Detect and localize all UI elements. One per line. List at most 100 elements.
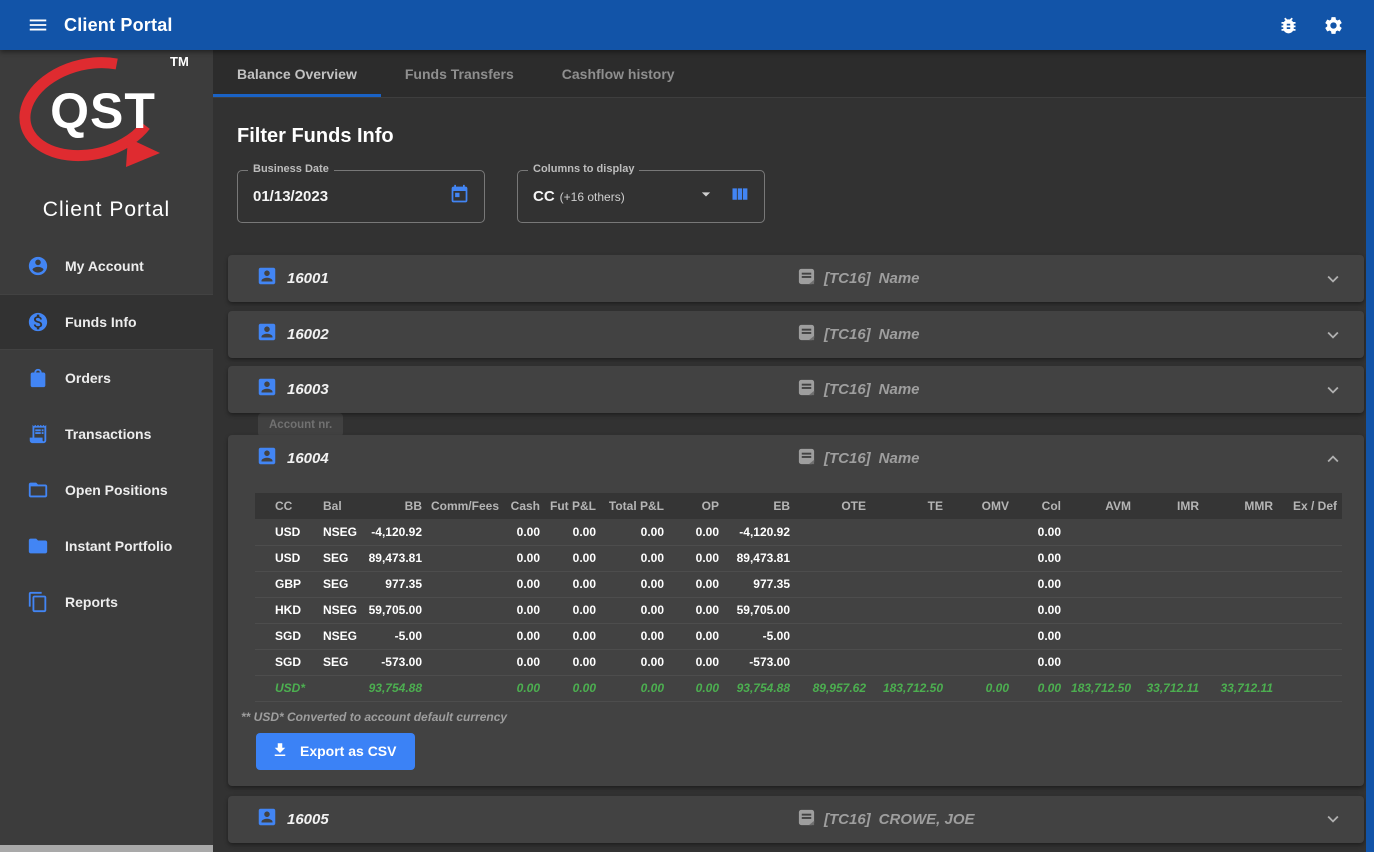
columns-selected-value: CC <box>533 188 555 205</box>
account-box-icon <box>256 445 278 472</box>
view-columns-icon[interactable] <box>729 184 750 210</box>
account-name-prefix: [TC16] <box>824 811 871 828</box>
export-csv-button[interactable]: Export as CSV <box>256 733 415 770</box>
table-cell <box>1066 545 1136 571</box>
table-total-row: USD*93,754.880.000.000.000.0093,754.8889… <box>255 675 1342 701</box>
tab-cashflow-history[interactable]: Cashflow history <box>538 50 699 97</box>
table-cell: 0.00 <box>545 623 601 649</box>
sidebar-item-funds-info[interactable]: Funds Info <box>0 294 213 350</box>
column-header: IMR <box>1136 493 1204 519</box>
sidebar-item-my-account[interactable]: My Account <box>0 238 213 294</box>
chevron-down-icon[interactable] <box>1322 324 1344 346</box>
tab-balance-overview[interactable]: Balance Overview <box>213 50 381 97</box>
table-cell: HKD <box>255 597 319 623</box>
table-cell <box>319 675 366 701</box>
sidebar-item-transactions[interactable]: Transactions <box>0 406 213 462</box>
table-cell: -4,120.92 <box>366 519 427 545</box>
sidebar-item-orders[interactable]: Orders <box>0 350 213 406</box>
table-cell <box>427 649 504 675</box>
account-circle-icon <box>27 255 49 277</box>
funds-table-body: USDNSEG-4,120.920.000.000.000.00-4,120.9… <box>255 519 1342 701</box>
table-cell: 0.00 <box>1014 519 1066 545</box>
qst-logo: QST TM <box>0 50 213 196</box>
account-name-group: [TC16] Name <box>797 267 920 290</box>
chevron-down-icon[interactable] <box>1322 268 1344 290</box>
column-header: Total P&L <box>601 493 669 519</box>
table-cell <box>1066 623 1136 649</box>
dropdown-caret-icon[interactable] <box>696 184 716 209</box>
columns-to-display-field[interactable]: Columns to display CC (+16 others) <box>517 170 765 223</box>
bug-report-icon[interactable] <box>1278 15 1299 36</box>
table-cell <box>1204 623 1278 649</box>
sidebar-nav: My Account Funds Info Orders Transaction… <box>0 238 213 630</box>
business-date-field[interactable]: Business Date <box>237 170 485 223</box>
table-cell <box>427 623 504 649</box>
table-cell <box>948 649 1014 675</box>
account-card-header[interactable]: 16001 [TC16] Name <box>228 255 1364 302</box>
sidebar-item-label: Reports <box>65 594 118 610</box>
sidebar-item-label: Open Positions <box>65 482 168 498</box>
table-cell: 59,705.00 <box>724 597 795 623</box>
page-vertical-scrollbar[interactable] <box>1366 50 1374 852</box>
table-cell: 93,754.88 <box>724 675 795 701</box>
table-cell: SGD <box>255 623 319 649</box>
columns-extra-count: (+16 others) <box>560 190 625 204</box>
topbar: Client Portal <box>0 0 1374 50</box>
table-cell: USD <box>255 545 319 571</box>
tab-funds-transfers[interactable]: Funds Transfers <box>381 50 538 97</box>
business-date-input[interactable] <box>253 188 383 205</box>
note-icon <box>797 447 816 470</box>
table-cell <box>795 545 871 571</box>
chevron-down-icon[interactable] <box>1322 808 1344 830</box>
trademark-label: TM <box>170 54 189 69</box>
table-cell <box>948 519 1014 545</box>
column-header: OMV <box>948 493 1014 519</box>
table-cell: 0.00 <box>669 623 724 649</box>
account-card-header[interactable]: 16002 [TC16] Name <box>228 311 1364 358</box>
account-name-group: [TC16] Name <box>797 323 920 346</box>
main-content: Balance Overview Funds Transfers Cashflo… <box>213 50 1366 852</box>
table-cell: 0.00 <box>669 571 724 597</box>
chevron-up-icon[interactable] <box>1322 448 1344 470</box>
table-cell <box>948 597 1014 623</box>
account-number: 16002 <box>287 326 329 343</box>
table-cell: USD <box>255 519 319 545</box>
table-cell: 0.00 <box>504 623 545 649</box>
dollar-circle-icon <box>27 311 49 333</box>
table-cell: 59,705.00 <box>366 597 427 623</box>
currency-footnote: ** USD* Converted to account default cur… <box>241 710 1364 724</box>
table-cell: 0.00 <box>504 675 545 701</box>
table-cell: -5.00 <box>366 623 427 649</box>
table-cell: 0.00 <box>504 545 545 571</box>
table-cell <box>795 623 871 649</box>
tab-label: Funds Transfers <box>405 66 514 82</box>
table-cell: 89,473.81 <box>724 545 795 571</box>
settings-gear-icon[interactable] <box>1323 15 1344 36</box>
sidebar-horizontal-scrollbar[interactable] <box>0 845 213 852</box>
account-name: Name <box>879 450 920 467</box>
account-card-header[interactable]: 16004 [TC16] Name <box>228 435 1364 482</box>
sidebar-item-open-positions[interactable]: Open Positions <box>0 462 213 518</box>
tab-label: Cashflow history <box>562 66 675 82</box>
account-card-header[interactable]: 16005 [TC16] CROWE, JOE <box>228 796 1364 843</box>
account-box-icon <box>256 321 278 348</box>
table-cell: 0.00 <box>601 623 669 649</box>
hamburger-menu-icon[interactable] <box>27 14 49 36</box>
account-name-group: [TC16] CROWE, JOE <box>797 808 975 831</box>
table-cell: 0.00 <box>1014 545 1066 571</box>
column-header: OTE <box>795 493 871 519</box>
topbar-actions <box>1278 15 1344 36</box>
table-cell: 0.00 <box>601 519 669 545</box>
chevron-down-icon[interactable] <box>1322 379 1344 401</box>
calendar-icon[interactable] <box>449 184 470 210</box>
table-cell: 0.00 <box>545 675 601 701</box>
sidebar-item-instant-portfolio[interactable]: Instant Portfolio <box>0 518 213 574</box>
table-cell <box>1204 649 1278 675</box>
table-cell: 0.00 <box>545 519 601 545</box>
svg-text:QST: QST <box>50 83 156 139</box>
table-cell: NSEG <box>319 519 366 545</box>
account-card-header[interactable]: 16003 [TC16] Name <box>228 366 1364 413</box>
table-cell: 0.00 <box>948 675 1014 701</box>
table-cell <box>1204 545 1278 571</box>
sidebar-item-reports[interactable]: Reports <box>0 574 213 630</box>
